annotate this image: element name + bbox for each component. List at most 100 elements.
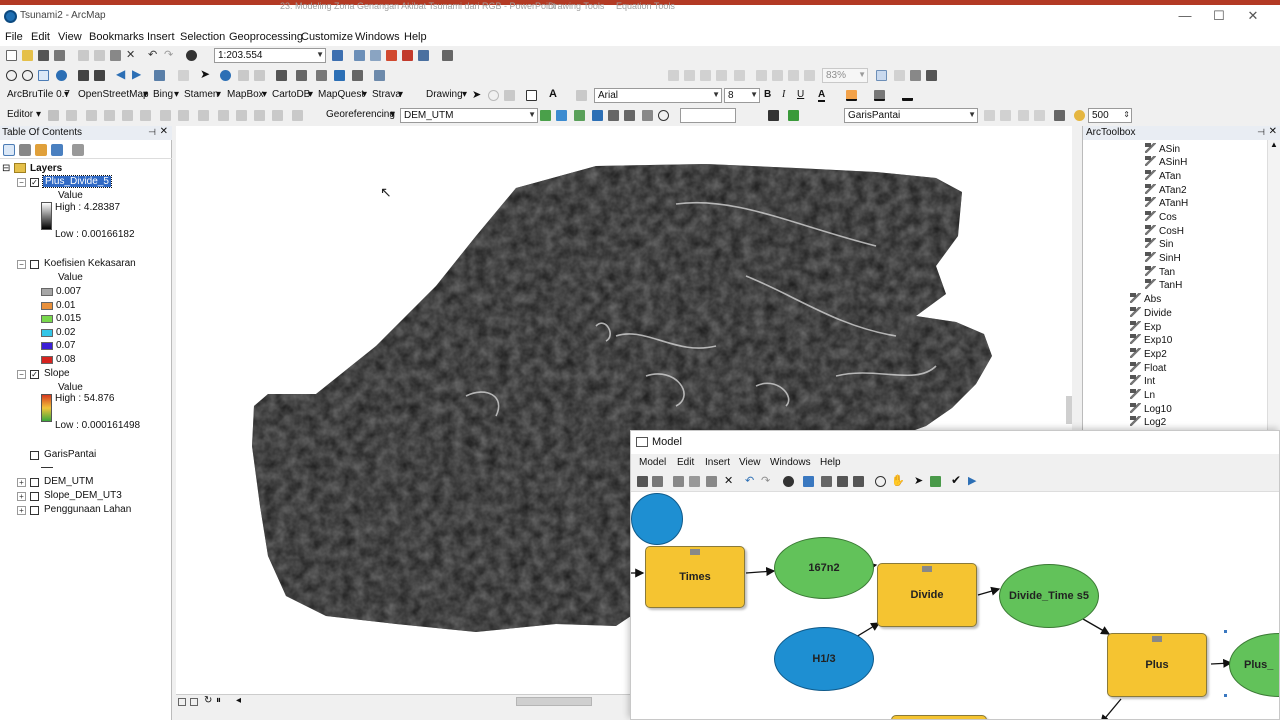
- data-view-icon[interactable]: [178, 698, 186, 706]
- zoom-icon[interactable]: [875, 476, 886, 487]
- layout-pan-icon[interactable]: [700, 70, 711, 81]
- pin-icon[interactable]: ⊣: [1257, 127, 1265, 138]
- layout-back-icon[interactable]: [788, 70, 799, 81]
- tool-item[interactable]: Exp2: [1130, 348, 1167, 360]
- pan-icon[interactable]: [38, 70, 49, 81]
- layer-name-penggunaan-lahan[interactable]: Penggunaan Lahan: [44, 504, 131, 515]
- fixed-zoom-in-icon[interactable]: [78, 70, 89, 81]
- list-by-selection-icon[interactable]: [51, 144, 63, 156]
- tool-item[interactable]: Exp: [1130, 321, 1161, 333]
- divide-times-data-node[interactable]: Divide_Time s5: [999, 564, 1099, 628]
- minimize-icon[interactable]: —: [1168, 8, 1202, 23]
- arctoolbox-icon[interactable]: [402, 50, 413, 61]
- close-icon[interactable]: ✕: [1236, 8, 1270, 24]
- layout-zoom-out-icon[interactable]: [684, 70, 695, 81]
- menu-selection[interactable]: Selection: [180, 31, 225, 43]
- create-features-icon[interactable]: [292, 110, 303, 121]
- save-icon[interactable]: [38, 50, 49, 61]
- layer-name-koefisien[interactable]: Koefisien Kekasaran: [44, 258, 136, 269]
- layer-checkbox[interactable]: [30, 451, 39, 460]
- layer-name-slope-dem[interactable]: Slope_DEM_UT3: [44, 490, 122, 501]
- tool-item[interactable]: Abs: [1130, 293, 1161, 305]
- layer-checkbox[interactable]: [30, 478, 39, 487]
- h13-input-node[interactable]: H1/3: [774, 627, 874, 691]
- view-link-table-icon[interactable]: [608, 110, 619, 121]
- mapquest-menu[interactable]: MapQuest: [318, 89, 364, 100]
- goto-xy-icon[interactable]: [334, 70, 345, 81]
- paste-icon[interactable]: [110, 50, 121, 61]
- rotate-degrees-icon[interactable]: [658, 110, 669, 121]
- italic-button[interactable]: I: [782, 89, 785, 100]
- catalog-icon[interactable]: [370, 50, 381, 61]
- zoom-out-icon[interactable]: [22, 70, 33, 81]
- openstreetmap-menu[interactable]: OpenStreetMap: [78, 89, 149, 100]
- sketch-properties-icon[interactable]: [272, 110, 283, 121]
- point-icon[interactable]: [140, 110, 151, 121]
- line-color-icon[interactable]: [874, 90, 885, 101]
- full-extent-icon[interactable]: [821, 476, 832, 487]
- feature-layer-combo[interactable]: GarisPantai ▼: [844, 108, 978, 123]
- forward-icon[interactable]: ▶: [132, 67, 143, 81]
- undo-icon[interactable]: ↶: [148, 48, 159, 61]
- edit-annotation-icon[interactable]: [66, 110, 77, 121]
- tool-item[interactable]: CosH: [1145, 225, 1184, 237]
- layer-checkbox[interactable]: ✓: [30, 370, 39, 379]
- focus-frame-icon[interactable]: [894, 70, 905, 81]
- cut-icon[interactable]: [78, 50, 89, 61]
- plus-tool-node[interactable]: Plus: [1107, 633, 1207, 697]
- tool-item[interactable]: Exp10: [1130, 334, 1172, 346]
- layers-label[interactable]: Layers: [30, 163, 62, 174]
- auto-layout-icon[interactable]: [803, 476, 814, 487]
- editor-menu[interactable]: Editor: [7, 109, 33, 120]
- tool-item[interactable]: Log10: [1130, 403, 1172, 415]
- hyperlink-icon[interactable]: [238, 70, 249, 81]
- scroll-up-icon[interactable]: ▲: [1270, 140, 1278, 149]
- select-elements-icon[interactable]: ➤: [472, 88, 483, 101]
- layout-forward-icon[interactable]: [804, 70, 815, 81]
- tool-item[interactable]: Float: [1130, 362, 1166, 374]
- rotate-icon[interactable]: [488, 90, 499, 101]
- model-menu-windows[interactable]: Windows: [770, 457, 811, 468]
- font-size-combo[interactable]: 8 ▼: [724, 88, 760, 103]
- tool-item[interactable]: Sin: [1145, 238, 1173, 250]
- fit-to-display-icon[interactable]: [642, 110, 653, 121]
- layout-zoom-in-icon[interactable]: [668, 70, 679, 81]
- list-by-drawing-order-icon[interactable]: [3, 144, 15, 156]
- underline-button[interactable]: U: [797, 89, 804, 100]
- bing-menu[interactable]: Bing: [153, 89, 173, 100]
- edit-vertices-icon[interactable]: [160, 110, 171, 121]
- close-icon[interactable]: ✕: [1269, 126, 1277, 137]
- mapbox-menu[interactable]: MapBox: [227, 89, 264, 100]
- select-icon[interactable]: ➤: [914, 474, 925, 487]
- data-driven-pages-icon[interactable]: [926, 70, 937, 81]
- tool-item[interactable]: SinH: [1145, 252, 1181, 264]
- tool-item[interactable]: TanH: [1145, 279, 1182, 291]
- new-text-icon[interactable]: A: [549, 88, 557, 100]
- run-icon[interactable]: ▶: [968, 474, 979, 487]
- effects-icon[interactable]: [1054, 110, 1065, 121]
- open-icon[interactable]: [22, 50, 33, 61]
- viewer-icon[interactable]: [374, 70, 385, 81]
- back-icon[interactable]: ◀: [116, 67, 127, 81]
- html-popup-icon[interactable]: [254, 70, 265, 81]
- strava-menu[interactable]: Strava: [372, 89, 401, 100]
- connect-icon[interactable]: [930, 476, 941, 487]
- change-layout-icon[interactable]: [910, 70, 921, 81]
- redo-icon[interactable]: ↷: [164, 48, 175, 61]
- layer-name-slope[interactable]: Slope: [44, 368, 70, 379]
- arctoolbox-scrollbar[interactable]: ▲: [1267, 140, 1280, 436]
- tool-item[interactable]: ASinH: [1145, 156, 1187, 168]
- model-menu-edit[interactable]: Edit: [677, 457, 694, 468]
- menu-windows[interactable]: Windows: [355, 31, 400, 43]
- select-elements-icon[interactable]: ➤: [200, 67, 211, 81]
- find-icon[interactable]: [296, 70, 307, 81]
- tool-item[interactable]: ATanH: [1145, 197, 1188, 209]
- redo-icon[interactable]: ↷: [761, 474, 772, 487]
- clear-selection-icon[interactable]: [178, 70, 189, 81]
- horizontal-scrollbar-thumb[interactable]: [516, 697, 592, 706]
- menu-geoprocessing[interactable]: Geoprocessing: [229, 31, 303, 43]
- menu-view[interactable]: View: [58, 31, 82, 43]
- tool-item[interactable]: Int: [1130, 375, 1155, 387]
- bold-button[interactable]: B: [764, 89, 771, 100]
- route-icon[interactable]: [316, 70, 327, 81]
